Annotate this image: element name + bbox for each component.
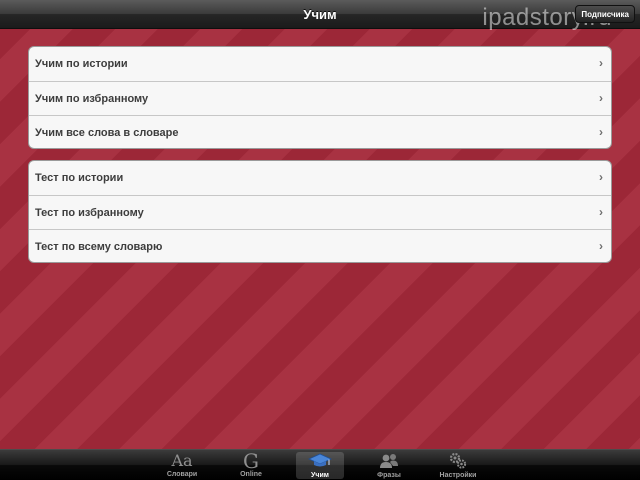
tab-label: Словари [166, 471, 198, 478]
chevron-right-icon: › [599, 91, 603, 105]
learn-by-history-row[interactable]: Учим по истории › [29, 47, 611, 81]
tab-learn[interactable]: Учим [296, 452, 344, 479]
row-label: Учим по избранному [35, 93, 149, 105]
tab-label: Настройки [439, 472, 477, 479]
test-whole-dictionary-row[interactable]: Тест по всему словарю › [29, 229, 611, 262]
learn-options-group: Учим по истории › Учим по избранному › У… [28, 46, 612, 149]
tab-label: Фразы [377, 472, 401, 479]
test-options-group: Тест по истории › Тест по избранному › Т… [28, 160, 612, 263]
tab-online[interactable]: G Online [227, 449, 275, 479]
tab-dictionaries[interactable]: Aa Словари [158, 452, 206, 479]
graduation-cap-icon [296, 453, 344, 471]
app-window: Учим ipadstory.ru Подписчика Учим по ист… [0, 0, 640, 480]
learn-by-favorites-row[interactable]: Учим по избранному › [29, 81, 611, 115]
learn-all-words-row[interactable]: Учим все слова в словаре › [29, 115, 611, 148]
row-label: Тест по избранному [35, 207, 144, 219]
row-label: Учим все слова в словаре [35, 127, 179, 139]
subscription-button[interactable]: Подписчика [575, 5, 635, 23]
chevron-right-icon: › [599, 125, 603, 139]
google-icon: G [243, 449, 259, 473]
row-label: Учим по истории [35, 58, 128, 70]
tab-label: Учим [311, 472, 329, 479]
tab-bar: Aa Словари G Online Учим Фразы Настройки [0, 449, 640, 480]
dictionary-icon: Aa [171, 451, 193, 470]
navigation-bar: Учим ipadstory.ru Подписчика [0, 0, 640, 31]
test-by-favorites-row[interactable]: Тест по избранному › [29, 195, 611, 229]
tab-label: Online [240, 471, 262, 478]
row-label: Тест по истории [35, 172, 124, 184]
page-title: Учим [303, 7, 337, 22]
chevron-right-icon: › [599, 170, 603, 184]
test-by-history-row[interactable]: Тест по истории › [29, 161, 611, 195]
row-label: Тест по всему словарю [35, 241, 163, 253]
tab-phrases[interactable]: Фразы [365, 452, 413, 479]
people-icon [365, 453, 413, 471]
tab-settings[interactable]: Настройки [434, 452, 482, 479]
chevron-right-icon: › [599, 205, 603, 219]
gears-icon [434, 453, 482, 471]
chevron-right-icon: › [599, 56, 603, 70]
chevron-right-icon: › [599, 239, 603, 253]
